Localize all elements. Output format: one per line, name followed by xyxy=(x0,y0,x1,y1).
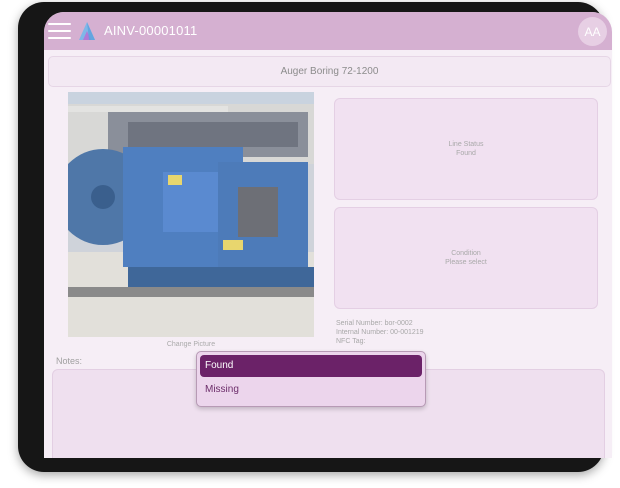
asset-details: Serial Number: bor-0002 Internal Number:… xyxy=(336,319,424,346)
dropdown-option-missing[interactable]: Missing xyxy=(200,379,422,401)
change-picture-link[interactable]: Change Picture xyxy=(68,341,314,348)
top-app-bar: AINV-00001011 AA xyxy=(44,12,612,50)
page-title: AINV-00001011 xyxy=(104,23,198,38)
nfc-tag: NFC Tag: xyxy=(336,338,366,345)
asset-name: Auger Boring 72-1200 xyxy=(280,66,379,77)
notes-label: Notes: xyxy=(56,356,83,366)
dropdown-option-found[interactable]: Found xyxy=(200,355,422,377)
line-status-label: Line Status xyxy=(448,141,484,148)
app-logo-icon xyxy=(79,22,95,40)
hamburger-menu-icon[interactable] xyxy=(48,23,71,39)
asset-name-card: Auger Boring 72-1200 xyxy=(48,56,611,87)
condition-card[interactable]: Condition Please select xyxy=(334,207,598,309)
condition-label: Condition xyxy=(451,250,481,257)
internal-number: Internal Number: 00-001219 xyxy=(336,329,424,336)
line-status-dropdown[interactable]: Found Missing xyxy=(196,351,426,407)
line-status-card[interactable]: Line Status Found xyxy=(334,98,598,200)
condition-value: Please select xyxy=(445,259,487,266)
avatar[interactable]: AA xyxy=(578,17,607,46)
asset-photo-image xyxy=(68,92,314,337)
asset-photo[interactable] xyxy=(68,92,314,337)
serial-number: Serial Number: bor-0002 xyxy=(336,320,413,327)
line-status-value: Found xyxy=(456,150,476,157)
